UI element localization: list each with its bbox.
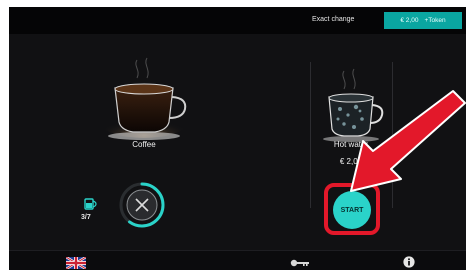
cup-count: 3/7 [81,214,91,221]
info-icon[interactable] [403,256,415,268]
uk-flag-icon[interactable] [66,257,86,269]
token-label: +Token [424,17,446,24]
cup-count-icon [84,198,97,210]
top-bar: Exact change € 2,00 +Token [9,7,466,34]
credit-display: € 2,00 +Token [384,12,462,29]
credit-amount: € 2,00 [400,17,419,24]
key-icon[interactable] [290,259,310,267]
vending-screen: Exact change € 2,00 +Token Coffee Hot wa… [9,7,466,270]
coffee-cup-icon [102,57,187,140]
cancel-progress-ring [119,182,165,228]
bottom-bar [9,250,466,270]
cancel-button[interactable] [117,180,167,230]
product-name-coffee: Coffee [132,140,156,149]
exact-change-label: Exact change [312,16,355,23]
pointer-arrow-icon [350,90,466,192]
